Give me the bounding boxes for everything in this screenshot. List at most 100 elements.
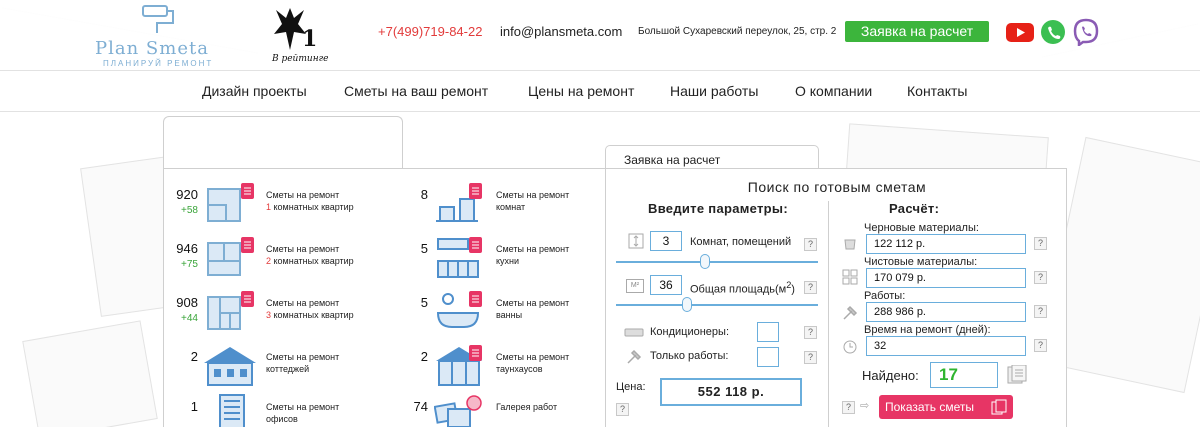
rooms-slider-thumb[interactable]	[699, 254, 710, 269]
email-link[interactable]: info@plansmeta.com	[500, 24, 622, 39]
ac-label: Кондиционеры:	[650, 326, 729, 338]
category-count: 946	[176, 241, 198, 256]
category-count: 8	[420, 187, 428, 202]
category-label: Сметы на ремонт ванны	[496, 298, 570, 320]
category-delta: +75	[181, 259, 198, 270]
area-help[interactable]: ?	[804, 281, 817, 294]
category-3room[interactable]: 908 +44 Сметы на ремонт 3 комнатных кварт…	[164, 289, 374, 337]
hammer-icon	[843, 305, 858, 320]
category-2room[interactable]: 946 +75 Сметы на ремонт 2 комнатных кварт…	[164, 235, 374, 283]
plan-2room-icon	[207, 237, 254, 276]
plan-3room-icon	[207, 291, 254, 330]
air-conditioner-icon	[624, 328, 644, 337]
quote-request-tab-label: Заявка на расчет	[624, 153, 721, 167]
area-unit-icon: M²	[626, 279, 644, 293]
works-only-label: Только работы:	[650, 350, 729, 362]
rooms-slider-track[interactable]	[616, 261, 818, 263]
category-label: Сметы на ремонт офисов	[266, 402, 340, 424]
nav-design-projects[interactable]: Дизайн проекты	[202, 83, 307, 99]
clock-icon	[843, 340, 857, 354]
estimate-search-panel: Поиск по готовым сметам Введите параметр…	[605, 168, 1067, 427]
documents-icon	[991, 399, 1007, 415]
nav-our-works[interactable]: Наши работы	[670, 83, 758, 99]
nav-prices[interactable]: Цены на ремонт	[528, 83, 634, 99]
category-office[interactable]: 1 Сметы на ремонт офисов	[164, 393, 374, 427]
category-label: Сметы на ремонт 2 комнатных квартир	[266, 244, 354, 266]
area-slider-track[interactable]	[616, 304, 818, 306]
main-nav: Дизайн проекты Сметы на ваш ремонт Цены …	[0, 70, 1200, 112]
price-help[interactable]: ?	[616, 403, 629, 416]
rooms-help[interactable]: ?	[804, 238, 817, 251]
finish-materials-label: Чистовые материалы:	[864, 256, 978, 268]
request-quote-button[interactable]: Заявка на расчет	[845, 21, 989, 42]
works-only-help[interactable]: ?	[804, 351, 817, 364]
category-1room[interactable]: 920 +58 Сметы на ремонт 1 комнатных кварт…	[164, 181, 374, 229]
category-label: Галерея работ	[496, 402, 558, 412]
category-cottage[interactable]: 2 Сметы на ремонт коттеджей	[164, 343, 374, 391]
tiles-icon	[842, 269, 858, 285]
repair-time-help[interactable]: ?	[1034, 339, 1047, 352]
plan-1room-icon	[207, 183, 254, 222]
rating-badge: 1 В рейтинге	[268, 2, 330, 68]
room-icon	[436, 183, 482, 222]
cottage-icon	[204, 347, 256, 386]
whatsapp-icon[interactable]	[1038, 18, 1068, 46]
works-only-checkbox[interactable]	[757, 347, 779, 367]
finish-materials-help[interactable]: ?	[1034, 271, 1047, 284]
category-label: Сметы на ремонт 1 комнатных квартир	[266, 190, 354, 212]
site-header: Plan Smeta ПЛАНИРУЙ РЕМОНТ 1 В рейтинге …	[0, 0, 1200, 70]
nav-about[interactable]: О компании	[795, 83, 872, 99]
show-estimates-help[interactable]: ?	[842, 401, 855, 414]
area-input[interactable]: 36	[650, 275, 682, 295]
category-count: 2	[190, 349, 198, 364]
logo-title: Plan Smeta	[95, 38, 209, 59]
works-cost-help[interactable]: ?	[1034, 305, 1047, 318]
show-estimates-label: Показать сметы	[885, 400, 974, 414]
ac-checkbox[interactable]	[757, 322, 779, 342]
nav-estimates[interactable]: Сметы на ваш ремонт	[344, 83, 488, 99]
rooms-input[interactable]: 3	[650, 231, 682, 251]
params-heading: Введите параметры:	[648, 201, 788, 216]
works-cost-value: 288 986 р.	[866, 302, 1026, 322]
rough-materials-label: Черновые материалы:	[864, 222, 979, 234]
category-kitchen[interactable]: 5 Сметы на ремонт кухни	[394, 235, 604, 283]
gallery-icon	[434, 395, 482, 427]
category-room[interactable]: 8 Сметы на ремонт комнат	[394, 181, 604, 229]
category-label: Сметы на ремонт комнат	[496, 190, 570, 212]
office-icon	[219, 394, 245, 427]
logo[interactable]: Plan Smeta ПЛАНИРУЙ РЕМОНТ	[95, 2, 225, 68]
rating-number: 1	[302, 26, 318, 52]
category-townhouse[interactable]: 2 Сметы на ремонт таунхаусов	[394, 343, 604, 391]
category-label: Сметы на ремонт коттеджей	[266, 352, 340, 374]
categories-tab[interactable]	[163, 116, 403, 176]
category-count: 1	[190, 399, 198, 414]
ac-help[interactable]: ?	[804, 326, 817, 339]
column-divider	[828, 201, 829, 427]
categories-panel: 920 +58 Сметы на ремонт 1 комнатных кварт…	[163, 168, 607, 427]
rooms-icon	[628, 233, 644, 249]
category-count: 920	[176, 187, 198, 202]
address-text: Большой Сухаревский переулок, 25, стр. 2	[638, 26, 837, 37]
viber-icon[interactable]	[1071, 18, 1101, 46]
works-cost-label: Работы:	[864, 290, 906, 302]
kitchen-icon	[437, 237, 482, 278]
rating-text: В рейтинге	[272, 54, 329, 64]
category-label: Сметы на ремонт 3 комнатных квартир	[266, 298, 354, 320]
repair-time-label: Время на ремонт (дней):	[864, 324, 991, 336]
phone-link[interactable]: +7(499)719-84-22	[378, 24, 482, 39]
documents-icon	[1007, 365, 1027, 384]
show-estimates-button[interactable]: Показать сметы	[879, 395, 1013, 419]
category-gallery[interactable]: 74 Галерея работ	[394, 393, 604, 427]
rough-materials-help[interactable]: ?	[1034, 237, 1047, 250]
paint-roller-icon	[142, 5, 174, 33]
category-delta: +44	[181, 313, 198, 324]
rooms-label: Комнат, помещений	[690, 236, 792, 248]
background-calculator	[22, 320, 158, 427]
area-slider-thumb[interactable]	[681, 297, 692, 312]
youtube-icon[interactable]	[1005, 18, 1035, 46]
category-bathroom[interactable]: 5 Сметы на ремонт ванны	[394, 289, 604, 337]
calc-heading: Расчёт:	[889, 201, 940, 216]
category-label: Сметы на ремонт таунхаусов	[496, 352, 570, 374]
found-count: 17	[930, 362, 998, 388]
nav-contacts[interactable]: Контакты	[907, 83, 967, 99]
